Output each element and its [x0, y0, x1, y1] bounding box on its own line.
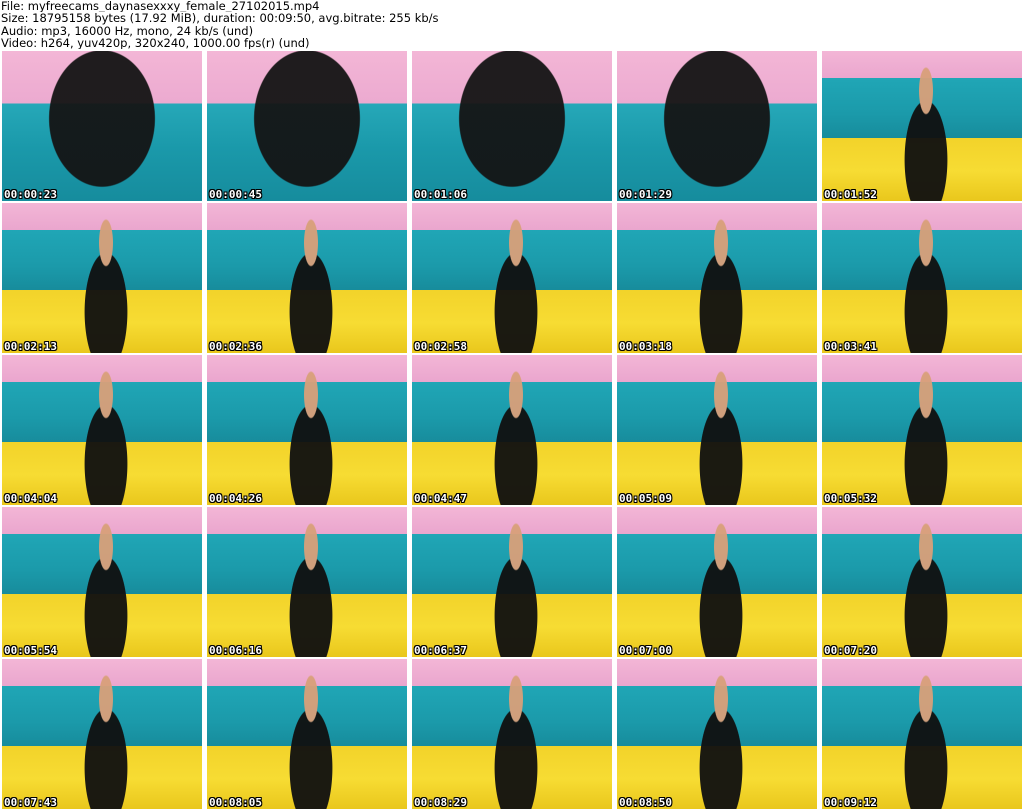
thumbnail-timestamp: 00:01:52: [824, 188, 877, 201]
thumbnail-timestamp: 00:02:36: [209, 340, 262, 353]
thumbnail-timestamp: 00:07:00: [619, 644, 672, 657]
thumbnail: 00:05:09: [617, 355, 817, 505]
file-name-line: File: myfreecams_daynasexxxy_female_2710…: [1, 0, 320, 13]
thumbnail-subject: [72, 522, 140, 657]
thumbnail: 00:03:18: [617, 203, 817, 353]
thumbnail-subject: [892, 522, 960, 657]
thumbnail-subject: [482, 370, 550, 505]
thumbnail-timestamp: 00:08:05: [209, 796, 262, 809]
thumbnail: 00:04:26: [207, 355, 407, 505]
thumbnail-timestamp: 00:06:37: [414, 644, 467, 657]
thumbnail-subject: [38, 51, 166, 201]
thumbnail-timestamp: 00:04:26: [209, 492, 262, 505]
thumbnail-subject: [72, 370, 140, 505]
thumbnail: 00:01:52: [822, 51, 1022, 201]
thumbnail-subject: [653, 51, 781, 201]
thumbnail: 00:07:20: [822, 507, 1022, 657]
thumbnail: 00:04:47: [412, 355, 612, 505]
thumbnail: 00:03:41: [822, 203, 1022, 353]
thumbnail: 00:01:29: [617, 51, 817, 201]
thumbnail: 00:00:23: [2, 51, 202, 201]
thumbnail-subject: [72, 218, 140, 353]
thumbnail-timestamp: 00:05:09: [619, 492, 672, 505]
video-info-header: File: myfreecams_daynasexxxy_female_2710…: [1, 0, 1021, 50]
thumbnail-timestamp: 00:07:43: [4, 796, 57, 809]
thumbnail: 00:09:12: [822, 659, 1022, 809]
thumbnail-subject: [72, 674, 140, 809]
thumbnail-subject: [482, 674, 550, 809]
thumbnail: 00:07:00: [617, 507, 817, 657]
thumbnail-timestamp: 00:09:12: [824, 796, 877, 809]
thumbnail: 00:02:13: [2, 203, 202, 353]
thumbnail: 00:02:58: [412, 203, 612, 353]
thumbnail-subject: [892, 66, 960, 201]
video-info-line: Video: h264, yuv420p, 320x240, 1000.00 f…: [1, 36, 310, 50]
file-size-line: Size: 18795158 bytes (17.92 MiB), durati…: [1, 12, 439, 25]
thumbnail-timestamp: 00:01:06: [414, 188, 467, 201]
thumbnail: 00:02:36: [207, 203, 407, 353]
audio-info-line: Audio: mp3, 16000 Hz, mono, 24 kb/s (und…: [1, 24, 254, 37]
thumbnail-subject: [243, 51, 371, 201]
thumbnail: 00:00:45: [207, 51, 407, 201]
thumbnail-timestamp: 00:08:29: [414, 796, 467, 809]
thumbnail-subject: [687, 674, 755, 809]
thumbnail-subject: [277, 674, 345, 809]
thumbnail-subject: [482, 522, 550, 657]
thumbnail-subject: [687, 218, 755, 353]
thumbnail-subject: [448, 51, 576, 201]
thumbnail: 00:06:37: [412, 507, 612, 657]
thumbnail-timestamp: 00:02:13: [4, 340, 57, 353]
thumbnail-timestamp: 00:03:41: [824, 340, 877, 353]
thumbnail: 00:07:43: [2, 659, 202, 809]
thumbnail-subject: [687, 522, 755, 657]
thumbnail-timestamp: 00:03:18: [619, 340, 672, 353]
thumbnail: 00:08:50: [617, 659, 817, 809]
thumbnail: 00:06:16: [207, 507, 407, 657]
thumbnail-timestamp: 00:00:23: [4, 188, 57, 201]
thumbnail-grid: 00:00:23 00:00:45 00:01:06 00:01:29 00:0…: [2, 51, 1022, 811]
thumbnail-subject: [687, 370, 755, 505]
thumbnail-subject: [892, 674, 960, 809]
thumbnail-timestamp: 00:08:50: [619, 796, 672, 809]
thumbnail-timestamp: 00:05:32: [824, 492, 877, 505]
thumbnail: 00:08:05: [207, 659, 407, 809]
thumbnail-timestamp: 00:06:16: [209, 644, 262, 657]
thumbnail-timestamp: 00:02:58: [414, 340, 467, 353]
thumbnail-subject: [277, 218, 345, 353]
thumbnail-subject: [892, 370, 960, 505]
thumbnail-timestamp: 00:00:45: [209, 188, 262, 201]
thumbnail-subject: [277, 522, 345, 657]
thumbnail: 00:04:04: [2, 355, 202, 505]
thumbnail: 00:01:06: [412, 51, 612, 201]
thumbnail: 00:05:54: [2, 507, 202, 657]
thumbnail-subject: [482, 218, 550, 353]
thumbnail-subject: [277, 370, 345, 505]
thumbnail-timestamp: 00:04:04: [4, 492, 57, 505]
thumbnail: 00:08:29: [412, 659, 612, 809]
thumbnail: 00:05:32: [822, 355, 1022, 505]
thumbnail-timestamp: 00:04:47: [414, 492, 467, 505]
thumbnail-subject: [892, 218, 960, 353]
thumbnail-timestamp: 00:07:20: [824, 644, 877, 657]
thumbnail-timestamp: 00:01:29: [619, 188, 672, 201]
thumbnail-timestamp: 00:05:54: [4, 644, 57, 657]
